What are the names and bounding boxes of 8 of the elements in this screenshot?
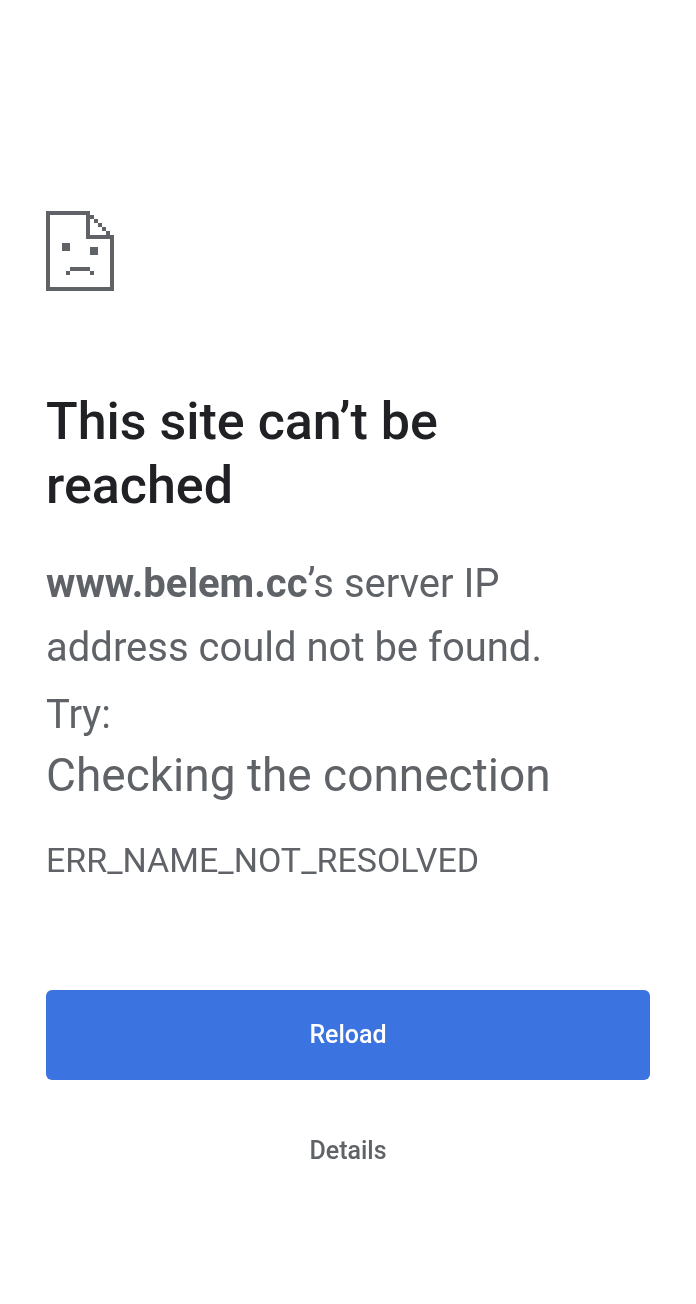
error-code: ERR_NAME_NOT_RESOLVED xyxy=(46,839,481,882)
error-heading: This site can’t be reached xyxy=(46,390,439,518)
try-label: Try: xyxy=(46,690,112,740)
sad-page-icon xyxy=(46,210,114,292)
reload-button[interactable]: Reload xyxy=(46,990,650,1080)
error-message: www.belem.cc’s server IP address could not be found. xyxy=(46,559,543,673)
suggestion-text: Checking the connection xyxy=(46,747,552,804)
details-button[interactable]: Details xyxy=(301,1132,395,1170)
